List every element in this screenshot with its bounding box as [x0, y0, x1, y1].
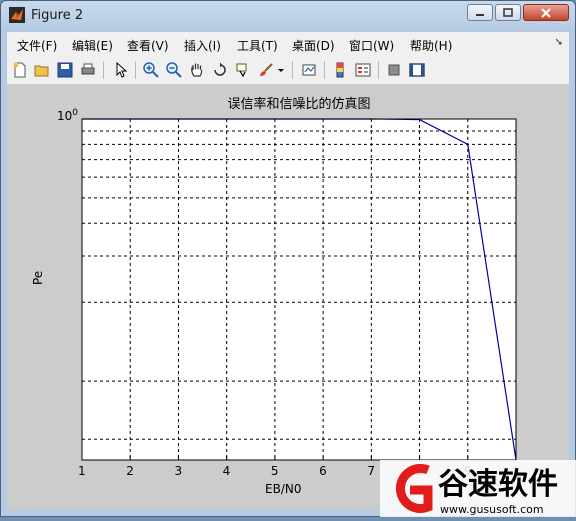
brush-dropdown-button[interactable] [276, 60, 286, 80]
save-button[interactable] [55, 60, 75, 80]
menu-dock-arrow-icon[interactable]: ➘ [555, 37, 563, 48]
open-folder-icon [34, 62, 50, 78]
toolbar-separator [378, 61, 379, 79]
new-file-button[interactable] [10, 60, 30, 80]
show-plot-tools-button[interactable] [407, 60, 427, 80]
plot-background [82, 119, 516, 460]
figure-canvas: 误信率和信噪比的仿真图 100 Pe EB/N0 123456789 [7, 85, 569, 510]
menu-help[interactable]: 帮助(H) [410, 37, 452, 54]
svg-text:谷速软件: 谷速软件 [438, 467, 558, 502]
brush-button[interactable] [256, 60, 276, 80]
toolbar-separator [324, 61, 325, 79]
menu-tools[interactable]: 工具(T) [237, 37, 278, 54]
new-file-icon [12, 62, 28, 78]
title-bar[interactable]: Figure 2 [1, 1, 575, 31]
menu-view[interactable]: 查看(V) [127, 37, 169, 54]
show-plot-tools-icon [409, 62, 425, 78]
matlab-logo-icon [9, 7, 25, 23]
menu-desktop[interactable]: 桌面(D) [292, 37, 335, 54]
gususoft-logo-icon: 谷速软件 www.gususoft.com [380, 460, 576, 517]
rotate-3d-icon [212, 62, 228, 78]
rotate-3d-button[interactable] [210, 60, 230, 80]
y-axis-label: Pe [31, 271, 45, 285]
legend-button[interactable] [353, 60, 373, 80]
toolbar-separator [103, 61, 104, 79]
save-icon [57, 62, 73, 78]
x-tick-label: 2 [126, 464, 134, 478]
figure-client: 文件(F) 编辑(E) 查看(V) 插入(I) 工具(T) 桌面(D) 窗口(W… [7, 32, 569, 510]
x-tick-label: 5 [271, 464, 279, 478]
hide-plot-tools-button[interactable] [384, 60, 404, 80]
print-button[interactable] [78, 60, 98, 80]
toolbar-separator [292, 61, 293, 79]
brush-icon [258, 62, 274, 78]
zoom-out-icon [166, 62, 182, 78]
menu-edit[interactable]: 编辑(E) [72, 37, 113, 54]
data-cursor-icon [235, 62, 251, 78]
legend-icon [355, 62, 371, 78]
figure-window: Figure 2 文件(F) 编辑(E) 查看(V) 插入(I) 工具(T) 桌… [0, 0, 576, 517]
select-button[interactable] [111, 60, 131, 80]
x-tick-label: 4 [223, 464, 231, 478]
link-plot-icon [301, 62, 317, 78]
menu-file[interactable]: 文件(F) [17, 37, 57, 54]
brush-dropdown-icon [277, 66, 285, 74]
y-tick-label-top: 100 [57, 108, 78, 123]
window-title: Figure 2 [31, 8, 83, 23]
zoom-in-icon [143, 62, 159, 78]
menu-insert[interactable]: 插入(I) [184, 37, 221, 54]
pan-button[interactable] [187, 60, 207, 80]
x-axis-label: EB/N0 [265, 482, 301, 496]
x-tick-label: 6 [319, 464, 327, 478]
x-tick-label: 7 [367, 464, 375, 478]
data-cursor-button[interactable] [233, 60, 253, 80]
figure-toolbar [7, 56, 569, 85]
pointer-icon [113, 62, 129, 78]
menu-bar: 文件(F) 编辑(E) 查看(V) 插入(I) 工具(T) 桌面(D) 窗口(W… [7, 32, 569, 56]
open-button[interactable] [32, 60, 52, 80]
colorbar-icon [332, 62, 348, 78]
close-icon [541, 8, 551, 18]
x-tick-label: 1 [78, 464, 86, 478]
hide-plot-tools-icon [386, 62, 402, 78]
x-tick-label: 3 [174, 464, 182, 478]
toolbar-separator [135, 61, 136, 79]
watermark-logo: 谷速软件 www.gususoft.com [380, 460, 576, 517]
zoom-in-button[interactable] [141, 60, 161, 80]
maximize-button[interactable] [495, 4, 521, 21]
plot-axes[interactable] [7, 85, 569, 510]
colorbar-button[interactable] [330, 60, 350, 80]
minimize-button[interactable] [467, 4, 493, 21]
pan-hand-icon [189, 62, 205, 78]
zoom-out-button[interactable] [164, 60, 184, 80]
close-button[interactable] [523, 4, 569, 21]
svg-text:www.gususoft.com: www.gususoft.com [440, 503, 544, 516]
link-plot-button[interactable] [299, 60, 319, 80]
maximize-icon [503, 8, 513, 17]
print-icon [80, 62, 96, 78]
minimize-icon [475, 9, 485, 17]
menu-window[interactable]: 窗口(W) [349, 37, 394, 54]
